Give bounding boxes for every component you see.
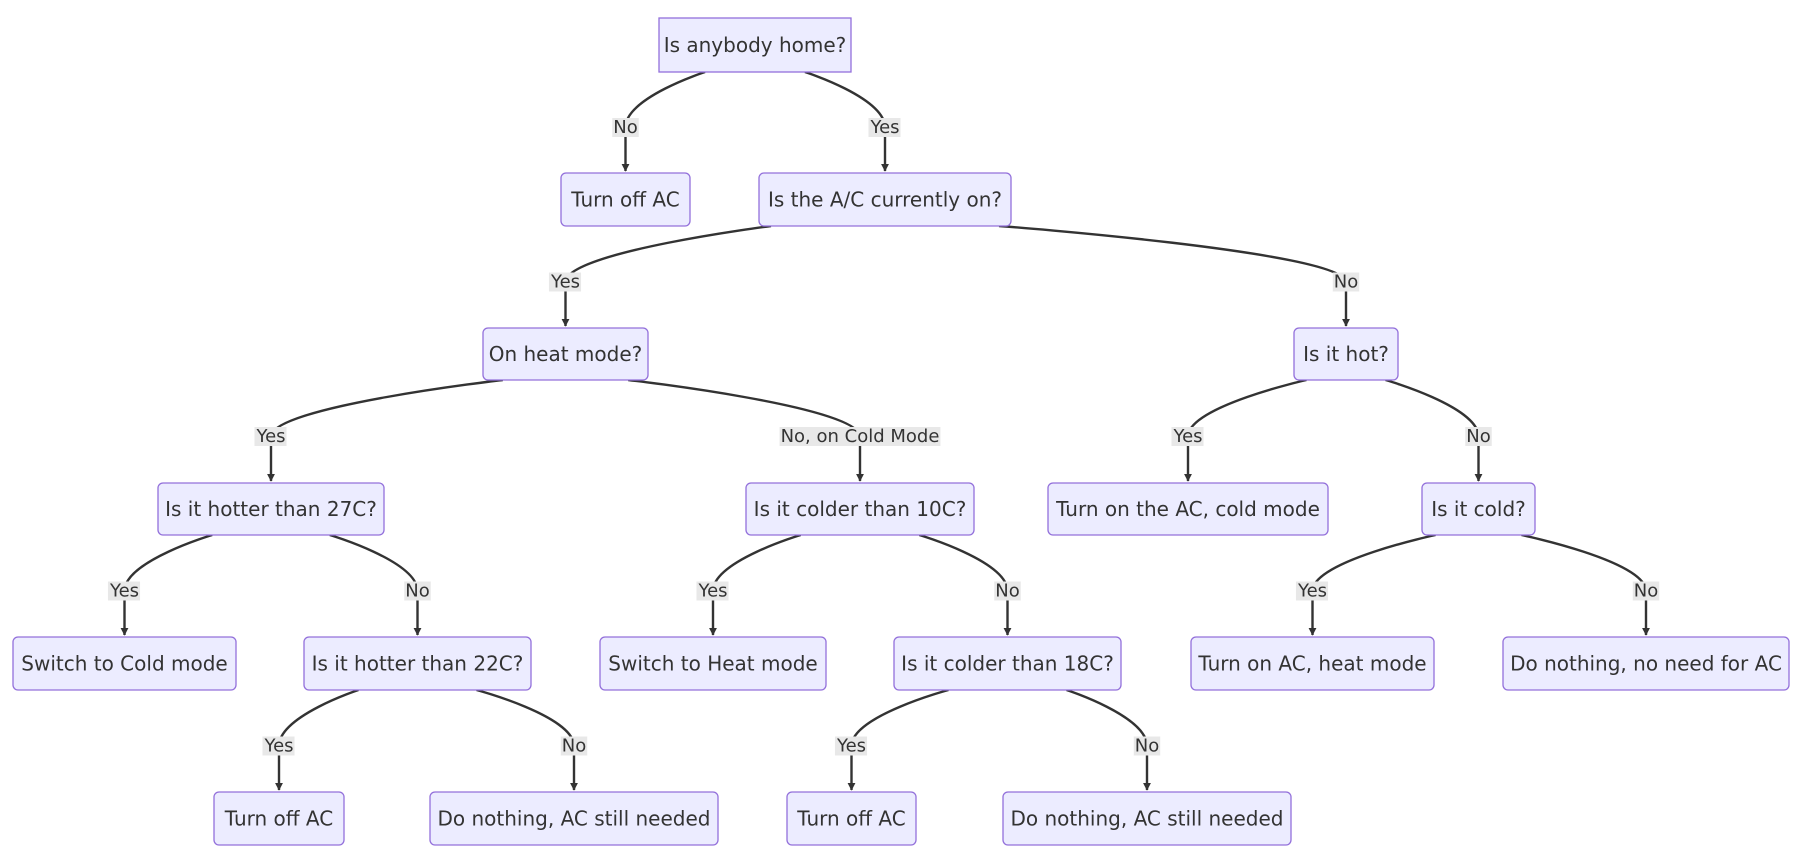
- node-label: Turn on the AC, cold mode: [1055, 497, 1320, 521]
- edge-label: Yes: [107, 581, 141, 602]
- node-label: Is the A/C currently on?: [768, 188, 1002, 212]
- node-label: Turn off AC: [796, 807, 905, 831]
- flowchart-diagram: No Yes Yes No Yes No, on Cold Mode Yes No Yes No Y…: [12, 17, 1790, 846]
- edge-label-text: No: [1135, 736, 1159, 757]
- edge-label-text: No: [405, 581, 429, 602]
- node-label: Is anybody home?: [664, 33, 847, 57]
- edge-label-text: No: [995, 581, 1019, 602]
- edge-label: Yes: [834, 736, 868, 757]
- edge-label-text: Yes: [869, 117, 899, 138]
- node-anybody-home: Is anybody home?: [658, 17, 852, 73]
- node-turn-off-2: Turn off AC: [213, 791, 345, 846]
- edge-hotter-22-to-nothing-needed-1: [476, 688, 578, 791]
- edge-label-text: Yes: [263, 736, 293, 757]
- edge-heat-mode-to-hotter-27: [267, 378, 503, 482]
- edge-label-text: No: [1634, 581, 1658, 602]
- edge-label-text: Yes: [550, 272, 580, 293]
- edge-is-cold-to-turn-on-heat: [1308, 533, 1436, 636]
- node-switch-heat: Switch to Heat mode: [599, 636, 827, 691]
- node-label: Do nothing, AC still needed: [438, 807, 711, 831]
- edge-label-text: Yes: [697, 581, 727, 602]
- node-label: Is it cold?: [1431, 497, 1526, 521]
- edge-label: No: [1632, 581, 1660, 602]
- edge-label: Yes: [696, 581, 729, 602]
- edge-ac-on-to-heat-mode: [561, 224, 772, 327]
- edge-label: No: [612, 117, 639, 138]
- node-label: Is it colder than 18C?: [901, 652, 1114, 676]
- node-label: Do nothing, no need for AC: [1510, 652, 1782, 676]
- edge-label: No: [560, 736, 588, 757]
- node-turn-off-1: Turn off AC: [560, 172, 691, 227]
- node-label: On heat mode?: [489, 342, 643, 366]
- edge-label: No: [1465, 426, 1492, 447]
- node-turn-on-heat: Turn on AC, heat mode: [1190, 636, 1435, 691]
- edge-label: Yes: [548, 272, 582, 293]
- edge-is-cold-to-nothing-no-need: [1521, 533, 1650, 636]
- edge-label: No: [1133, 736, 1161, 757]
- node-label: Switch to Heat mode: [608, 652, 817, 676]
- node-heat-mode: On heat mode?: [482, 327, 649, 381]
- edge-label-text: No: [1466, 426, 1490, 447]
- edge-label-text: Yes: [1297, 581, 1327, 602]
- edge-label: No: [404, 581, 431, 602]
- edge-label: Yes: [254, 426, 287, 447]
- node-nothing-needed-1: Do nothing, AC still needed: [429, 791, 719, 846]
- edge-label-text: No: [613, 117, 637, 138]
- node-nothing-needed-2: Do nothing, AC still needed: [1002, 791, 1292, 846]
- edge-label: Yes: [1171, 426, 1204, 447]
- edge-label-text: No, on Cold Mode: [781, 426, 940, 447]
- edge-label: Yes: [868, 117, 901, 138]
- node-is-hot: Is it hot?: [1293, 327, 1399, 381]
- edge-label-text: No: [1334, 272, 1358, 293]
- edge-is-hot-to-turn-on-cold: [1184, 378, 1307, 482]
- node-turn-off-3: Turn off AC: [786, 791, 917, 846]
- node-label: Switch to Cold mode: [21, 652, 227, 676]
- edge-label-text: No: [562, 736, 586, 757]
- node-label: Is it hotter than 27C?: [165, 497, 377, 521]
- node-label: Turn off AC: [224, 807, 333, 831]
- edge-label-text: Yes: [109, 581, 139, 602]
- node-switch-cold: Switch to Cold mode: [12, 636, 237, 691]
- node-turn-on-cold: Turn on the AC, cold mode: [1047, 482, 1329, 536]
- node-hotter-27: Is it hotter than 27C?: [157, 482, 385, 536]
- node-colder-10: Is it colder than 10C?: [745, 482, 975, 536]
- edge-label: No: [994, 581, 1021, 602]
- node-ac-on: Is the A/C currently on?: [758, 172, 1012, 227]
- node-label: Is it colder than 10C?: [754, 497, 967, 521]
- node-label: Turn off AC: [570, 188, 679, 212]
- edge-is-hot-to-is-cold: [1385, 378, 1483, 482]
- edge-label: Yes: [1295, 581, 1329, 602]
- node-label: Is it hotter than 22C?: [312, 652, 524, 676]
- edge-label: No: [1332, 272, 1360, 293]
- edge-label-text: Yes: [255, 426, 285, 447]
- edge-ac-on-to-is-hot: [998, 224, 1350, 327]
- node-nothing-no-need: Do nothing, no need for AC: [1502, 636, 1790, 691]
- edge-label: No, on Cold Mode: [779, 426, 941, 447]
- node-hotter-22: Is it hotter than 22C?: [303, 636, 532, 691]
- node-colder-18: Is it colder than 18C?: [893, 636, 1122, 691]
- node-label: Do nothing, AC still needed: [1011, 807, 1284, 831]
- node-label: Is it hot?: [1303, 342, 1389, 366]
- node-is-cold: Is it cold?: [1421, 482, 1536, 536]
- edge-label-text: Yes: [836, 736, 866, 757]
- edge-label: Yes: [262, 736, 295, 757]
- edge-label-text: Yes: [1172, 426, 1202, 447]
- node-label: Turn on AC, heat mode: [1197, 652, 1426, 676]
